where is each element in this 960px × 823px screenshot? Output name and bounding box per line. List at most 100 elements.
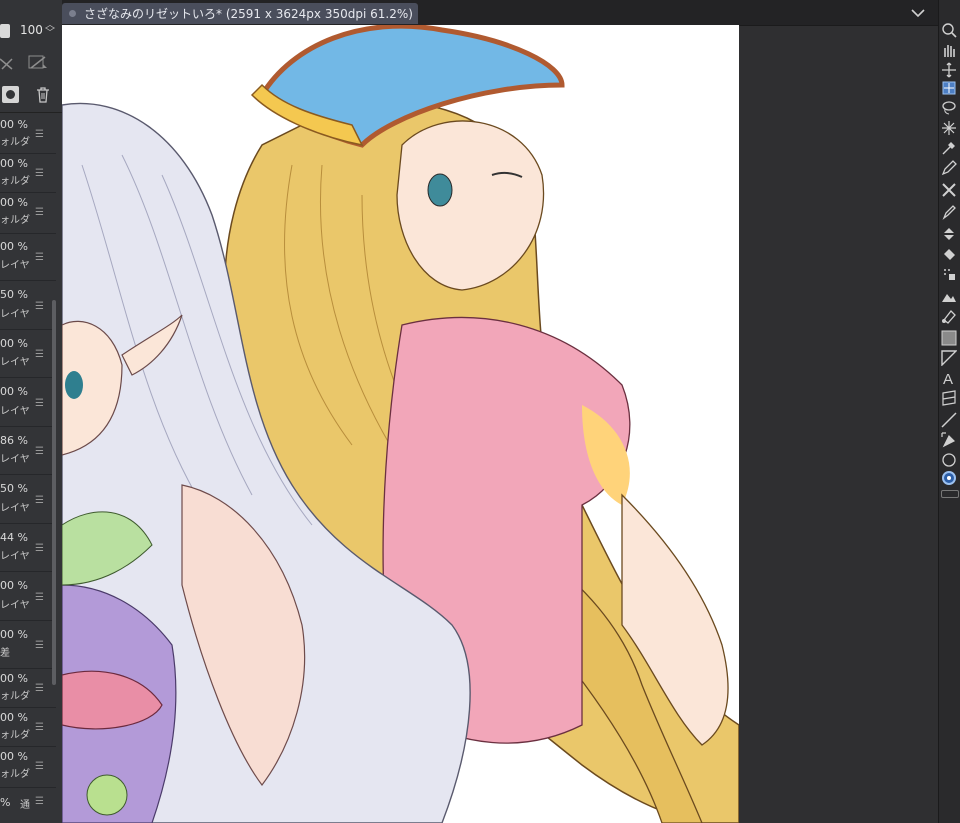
layer-opacity: 00 % (0, 240, 28, 253)
shape-icon[interactable] (941, 452, 957, 468)
document-tab[interactable]: さざなみのリゼットいろ* (2591 x 3624px 350dpi 61.2%… (62, 3, 418, 24)
layer-menu-icon[interactable]: ☰ (35, 207, 44, 218)
layer-row[interactable]: 86 % レイヤ ☰ (0, 427, 56, 475)
layer-opacity: 00 % (0, 711, 28, 724)
layer-menu-icon[interactable]: ☰ (35, 349, 44, 360)
frame-icon[interactable] (941, 390, 957, 406)
layer-kind: 差 (0, 648, 10, 659)
layer-kind: 通 (20, 800, 30, 811)
layer-menu-icon[interactable]: ☰ (35, 168, 44, 179)
fill-icon[interactable] (941, 266, 957, 282)
blend-icon[interactable] (941, 288, 957, 304)
pencil-icon[interactable] (941, 182, 957, 198)
brush-icon[interactable] (941, 204, 957, 220)
layer-kind: ォルダ (0, 137, 30, 148)
figure-icon[interactable] (941, 350, 958, 367)
fill-bucket-icon[interactable] (941, 308, 957, 324)
layer-opacity: % (0, 796, 11, 809)
divider (0, 112, 62, 113)
layer-row[interactable]: 50 % レイヤ ☰ (0, 475, 56, 524)
layer-opacity: 00 % (0, 337, 28, 350)
layer-mask-icon[interactable] (2, 86, 19, 103)
layer-menu-icon[interactable]: ☰ (35, 446, 44, 457)
layer-row[interactable]: 44 % レイヤ ☰ (0, 524, 56, 572)
layer-menu-icon[interactable]: ☰ (35, 398, 44, 409)
layer-opacity: 50 % (0, 482, 28, 495)
text-icon[interactable]: A (941, 370, 957, 388)
layer-opacity: 00 % (0, 672, 28, 685)
layer-kind: レイヤ (0, 260, 30, 271)
layer-scrollbar[interactable] (52, 300, 56, 685)
layer-menu-icon[interactable]: ☰ (35, 252, 44, 263)
svg-text:A: A (943, 371, 953, 386)
clip-icon[interactable] (0, 56, 14, 70)
layer-menu-icon[interactable]: ☰ (35, 301, 44, 312)
layer-row[interactable]: 00 % レイヤ ☰ (0, 330, 56, 378)
artwork-illustration (62, 25, 739, 823)
layer-kind: ォルダ (0, 769, 30, 780)
layer-row[interactable]: 00 % ォルダ ☰ (0, 115, 56, 154)
airbrush-icon[interactable] (941, 226, 957, 242)
operation-icon[interactable] (941, 432, 957, 448)
layer-menu-icon[interactable]: ☰ (35, 796, 44, 807)
layer-opacity: 00 % (0, 750, 28, 763)
layer-kind: レイヤ (0, 406, 30, 417)
layer-kind: ォルダ (0, 730, 30, 741)
layer-row[interactable]: 00 % レイヤ ☰ (0, 378, 56, 427)
opacity-slider[interactable] (0, 24, 10, 38)
eyedropper-icon[interactable] (941, 140, 957, 156)
layer-menu-icon[interactable]: ☰ (35, 722, 44, 733)
layer-opacity: 00 % (0, 628, 28, 641)
layer-kind: レイヤ (0, 551, 30, 562)
layer-kind: レイヤ (0, 454, 30, 465)
document-title: さざなみのリゼットいろ* (2591 x 3624px 350dpi 61.2%… (84, 7, 413, 21)
opacity-stepper-icon[interactable]: ︿ ﹀ (45, 21, 55, 39)
move-layer-icon[interactable] (941, 80, 957, 96)
layer-row[interactable]: 00 % ォルダ ☰ (0, 154, 56, 193)
layer-panel: 100 ︿ ﹀ 00 % ォルダ ☰ 00 % ォルダ ☰ 00 % ォルダ ☰ 00 % レイ… (0, 0, 62, 823)
layer-menu-icon[interactable]: ☰ (35, 543, 44, 554)
layer-opacity: 00 % (0, 579, 28, 592)
color-wheel-icon[interactable] (941, 470, 957, 486)
layer-opacity: 00 % (0, 157, 28, 170)
magic-wand-icon[interactable] (941, 120, 957, 136)
layer-opacity: 00 % (0, 118, 28, 131)
layer-menu-icon[interactable]: ☰ (35, 640, 44, 651)
layer-menu-icon[interactable]: ☰ (35, 495, 44, 506)
ruler-icon[interactable] (941, 412, 957, 428)
layer-menu-icon[interactable]: ☰ (35, 592, 44, 603)
layer-menu-icon[interactable]: ☰ (35, 129, 44, 140)
layer-row[interactable]: 00 % レイヤ ☰ (0, 234, 56, 281)
layer-row[interactable]: 00 % 差 ☰ (0, 621, 56, 669)
layer-row[interactable]: 00 % ォルダ ☰ (0, 669, 56, 708)
layer-opacity: 00 % (0, 196, 28, 209)
zoom-icon[interactable] (941, 22, 957, 38)
gradient-icon[interactable] (941, 330, 957, 346)
pen-icon[interactable] (941, 160, 957, 176)
lasso-icon[interactable] (941, 100, 957, 116)
layer-row[interactable]: 00 % ォルダ ☰ (0, 747, 56, 788)
layer-menu-icon[interactable]: ☰ (35, 683, 44, 694)
reference-layer-icon[interactable] (28, 55, 50, 71)
layer-opacity: 44 % (0, 531, 28, 544)
eraser-icon[interactable] (941, 246, 957, 262)
canvas[interactable] (62, 25, 739, 823)
chevron-down-icon[interactable] (908, 4, 928, 22)
trash-icon[interactable] (35, 86, 51, 103)
layer-row[interactable]: 00 % ォルダ ☰ (0, 193, 56, 234)
layer-row[interactable]: 00 % レイヤ ☰ (0, 572, 56, 621)
layer-row[interactable]: 00 % ォルダ ☰ (0, 708, 56, 747)
layer-menu-icon[interactable]: ☰ (35, 761, 44, 772)
layer-opacity: 50 % (0, 288, 28, 301)
layer-opacity: 86 % (0, 434, 28, 447)
layer-row[interactable]: 50 % レイヤ ☰ (0, 281, 56, 330)
layer-kind: レイヤ (0, 357, 30, 368)
move-icon[interactable] (941, 62, 957, 78)
layer-row[interactable]: % 通 ☰ (0, 788, 56, 823)
hand-icon[interactable] (941, 42, 957, 58)
layer-kind: レイヤ (0, 600, 30, 611)
opacity-value[interactable]: 100 (20, 23, 43, 37)
sub-color-swatch[interactable] (941, 490, 959, 498)
layer-kind: レイヤ (0, 309, 30, 320)
layer-opacity: 00 % (0, 385, 28, 398)
